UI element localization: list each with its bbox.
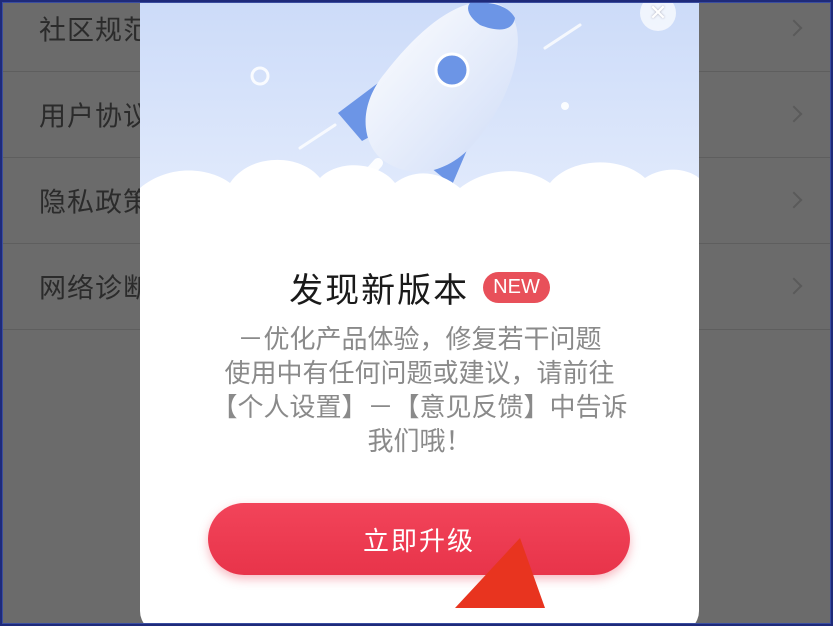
- chevron-right-icon: [785, 105, 803, 123]
- description-line: －优化产品体验，修复若干问题: [237, 325, 602, 355]
- update-dialog: ✕ 发现新版本 NEW －优化产品体验，修复若干问题 使用中有任何问题或建议，请…: [140, 2, 699, 623]
- settings-item-label: 社区规范: [39, 15, 151, 47]
- dialog-title: 发现新版本: [289, 271, 470, 311]
- chevron-right-icon: [785, 191, 803, 209]
- description-line: 我们哦！: [367, 427, 472, 457]
- pointer-arrow-icon: [455, 538, 545, 608]
- rocket-illustration: [140, 3, 699, 263]
- settings-item-label: 隐私政策: [39, 187, 151, 219]
- update-description: －优化产品体验，修复若干问题 使用中有任何问题或建议，请前往 【个人设置】－【意…: [170, 323, 669, 459]
- settings-item-label: 用户协议: [39, 101, 151, 133]
- close-icon: ✕: [648, 2, 668, 26]
- settings-item-label: 网络诊断: [39, 273, 151, 305]
- description-line: 使用中有任何问题或建议，请前往: [224, 359, 615, 389]
- new-badge: NEW: [483, 272, 550, 303]
- chevron-right-icon: [785, 277, 803, 295]
- screen: 社区规范 用户协议 隐私政策 网络诊断 ✕ 发现新版本 NEW －优化产品体验，…: [2, 2, 831, 624]
- chevron-right-icon: [785, 19, 803, 37]
- description-line: 【个人设置】－【意见反馈】中告诉: [211, 393, 628, 423]
- dialog-header: 发现新版本 NEW: [140, 263, 699, 312]
